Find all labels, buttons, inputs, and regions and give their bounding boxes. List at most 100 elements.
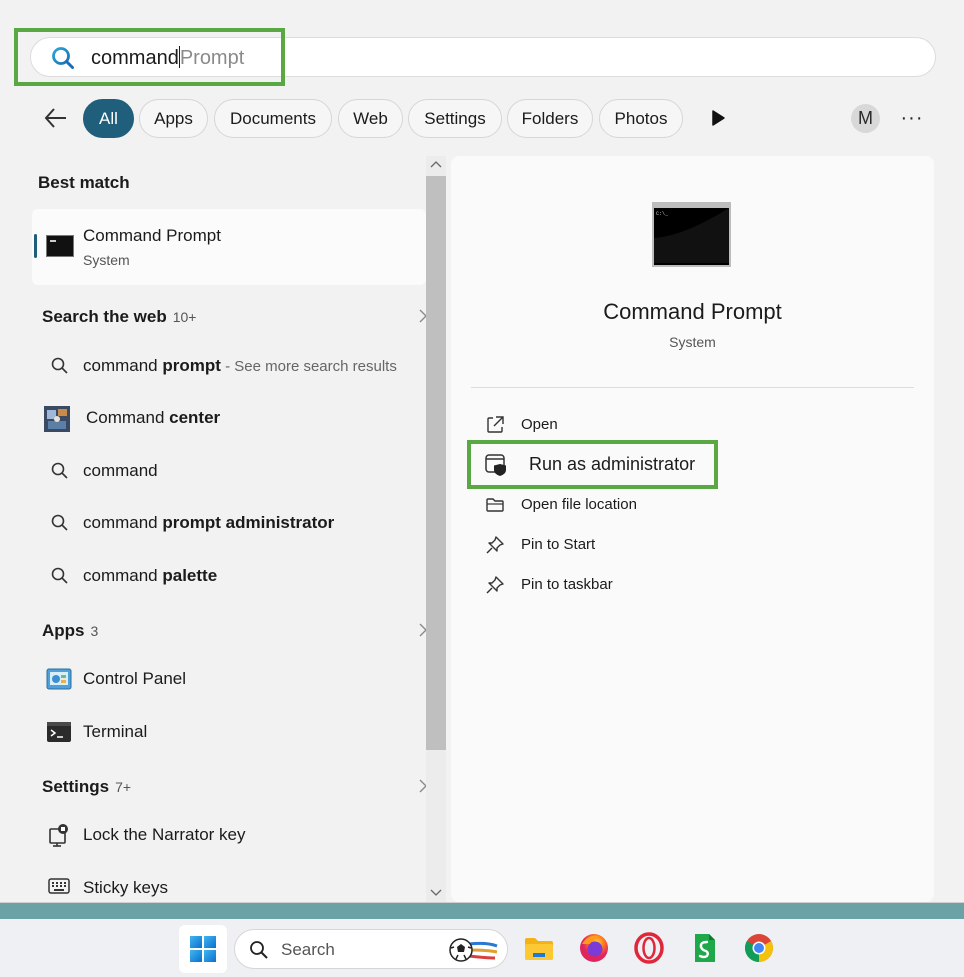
search-web-count: 10+ bbox=[172, 309, 197, 325]
web-result-label: command prompt - See more search results bbox=[83, 356, 397, 376]
setting-result-label: Lock the Narrator key bbox=[83, 825, 246, 844]
tab-apps[interactable]: Apps bbox=[139, 99, 208, 138]
app-result-label: Terminal bbox=[83, 722, 148, 741]
thumbnail-image-icon bbox=[44, 406, 70, 432]
highlight-box-search bbox=[14, 28, 285, 86]
web-result-extra: - See more search results bbox=[220, 358, 397, 375]
chevron-right-icon[interactable] bbox=[418, 309, 426, 323]
highlight-box-run-as-administrator bbox=[467, 440, 718, 489]
web-result-plain: command bbox=[83, 356, 163, 375]
divider bbox=[471, 387, 914, 388]
best-match-result[interactable]: Command Prompt System bbox=[32, 209, 426, 285]
chrome-icon[interactable] bbox=[743, 932, 775, 964]
apps-heading-label: Apps bbox=[42, 621, 85, 640]
desktop-background bbox=[0, 903, 964, 919]
search-panel: commandPrompt All Apps Documents Web Set… bbox=[0, 0, 964, 903]
detail-subtitle: System bbox=[669, 334, 716, 350]
web-result-bold: prompt administrator bbox=[162, 513, 335, 532]
web-result-plain: Command bbox=[86, 408, 170, 427]
account-avatar[interactable]: M bbox=[851, 104, 880, 133]
web-result-bold: prompt bbox=[162, 356, 221, 375]
scrollbar-thumb[interactable] bbox=[426, 176, 446, 750]
web-result[interactable]: Command center bbox=[30, 398, 426, 438]
chevron-up-icon[interactable] bbox=[430, 159, 442, 169]
pin-to-taskbar-label: Pin to taskbar bbox=[521, 576, 613, 593]
apps-count: 3 bbox=[90, 623, 99, 639]
best-match-subtitle: System bbox=[83, 252, 130, 268]
tab-all[interactable]: All bbox=[83, 99, 134, 138]
more-options-button[interactable]: ··· bbox=[898, 108, 926, 128]
web-result-bold: center bbox=[169, 408, 221, 427]
apps-heading[interactable]: Apps 3 bbox=[42, 621, 98, 641]
taskbar-search-label: Search bbox=[281, 940, 335, 959]
search-web-heading[interactable]: Search the web 10+ bbox=[42, 307, 196, 327]
open-action-label: Open bbox=[521, 416, 558, 433]
web-result-plain: command bbox=[83, 566, 163, 585]
svg-text:C:\_: C:\_ bbox=[656, 211, 669, 217]
control-panel-icon bbox=[46, 668, 72, 690]
pin-icon bbox=[486, 536, 504, 554]
open-file-location-label: Open file location bbox=[521, 496, 637, 513]
chevron-right-icon[interactable] bbox=[418, 623, 426, 637]
setting-result-label: Sticky keys bbox=[83, 878, 169, 897]
setting-result-narrator[interactable]: Lock the Narrator key bbox=[30, 815, 426, 855]
open-external-icon bbox=[487, 416, 504, 433]
command-prompt-icon bbox=[46, 235, 74, 257]
selection-indicator bbox=[34, 234, 37, 258]
sheets-app-icon[interactable] bbox=[688, 932, 720, 964]
web-result[interactable]: command palette bbox=[30, 556, 426, 596]
settings-heading[interactable]: Settings 7+ bbox=[42, 777, 131, 797]
search-icon bbox=[51, 514, 68, 531]
detail-title: Command Prompt bbox=[603, 299, 782, 324]
app-result-control-panel[interactable]: Control Panel bbox=[30, 659, 426, 699]
search-icon bbox=[51, 357, 68, 374]
terminal-icon bbox=[47, 722, 71, 742]
web-result-plain: command bbox=[83, 513, 163, 532]
web-result-label: command prompt administrator bbox=[83, 513, 334, 533]
windows-logo-icon bbox=[190, 936, 216, 962]
setting-result-sticky-keys[interactable]: Sticky keys bbox=[30, 868, 426, 902]
play-arrow-icon[interactable] bbox=[706, 106, 730, 130]
web-result-label: command bbox=[83, 461, 158, 481]
soccer-ball-icon bbox=[449, 938, 498, 962]
tab-folders[interactable]: Folders bbox=[507, 99, 593, 138]
search-icon bbox=[51, 462, 68, 479]
chevron-right-icon[interactable] bbox=[418, 779, 426, 793]
pin-to-start-label: Pin to Start bbox=[521, 536, 596, 553]
console-screen-icon: C:\_ bbox=[654, 208, 729, 263]
taskbar: Search bbox=[0, 919, 964, 977]
open-file-location-action[interactable]: Open file location bbox=[471, 485, 911, 523]
tab-settings[interactable]: Settings bbox=[408, 99, 502, 138]
open-action[interactable]: Open bbox=[471, 405, 911, 443]
tab-web[interactable]: Web bbox=[338, 99, 403, 138]
search-icon bbox=[250, 941, 268, 959]
back-arrow-icon[interactable] bbox=[42, 104, 70, 132]
search-icon bbox=[51, 567, 68, 584]
keyboard-icon bbox=[48, 878, 70, 894]
firefox-icon[interactable] bbox=[578, 932, 610, 964]
app-result-label: Control Panel bbox=[83, 669, 187, 688]
opera-icon[interactable] bbox=[633, 932, 665, 964]
settings-heading-label: Settings bbox=[42, 777, 110, 796]
tab-photos[interactable]: Photos bbox=[599, 99, 683, 138]
tab-documents[interactable]: Documents bbox=[214, 99, 332, 138]
pin-to-start-action[interactable]: Pin to Start bbox=[471, 525, 911, 563]
pin-icon bbox=[486, 576, 504, 594]
web-result[interactable]: command prompt administrator bbox=[30, 503, 426, 543]
app-result-terminal[interactable]: Terminal bbox=[30, 712, 426, 752]
detail-panel: C:\_ Command Prompt System Open Run as a… bbox=[451, 156, 934, 902]
settings-count: 7+ bbox=[115, 779, 132, 795]
narrator-icon bbox=[49, 824, 68, 847]
chevron-down-icon[interactable] bbox=[430, 888, 442, 898]
web-result-label: command palette bbox=[83, 566, 217, 586]
pin-to-taskbar-action[interactable]: Pin to taskbar bbox=[471, 565, 911, 603]
start-button[interactable] bbox=[179, 925, 227, 973]
web-result[interactable]: command prompt - See more search results bbox=[30, 346, 426, 386]
search-web-heading-label: Search the web bbox=[42, 307, 167, 326]
best-match-title: Command Prompt bbox=[83, 226, 221, 245]
file-explorer-icon[interactable] bbox=[523, 932, 555, 964]
best-match-heading: Best match bbox=[38, 173, 130, 192]
web-result-bold: palette bbox=[162, 566, 218, 585]
taskbar-search-box[interactable]: Search bbox=[234, 929, 508, 969]
web-result[interactable]: command bbox=[30, 451, 426, 491]
